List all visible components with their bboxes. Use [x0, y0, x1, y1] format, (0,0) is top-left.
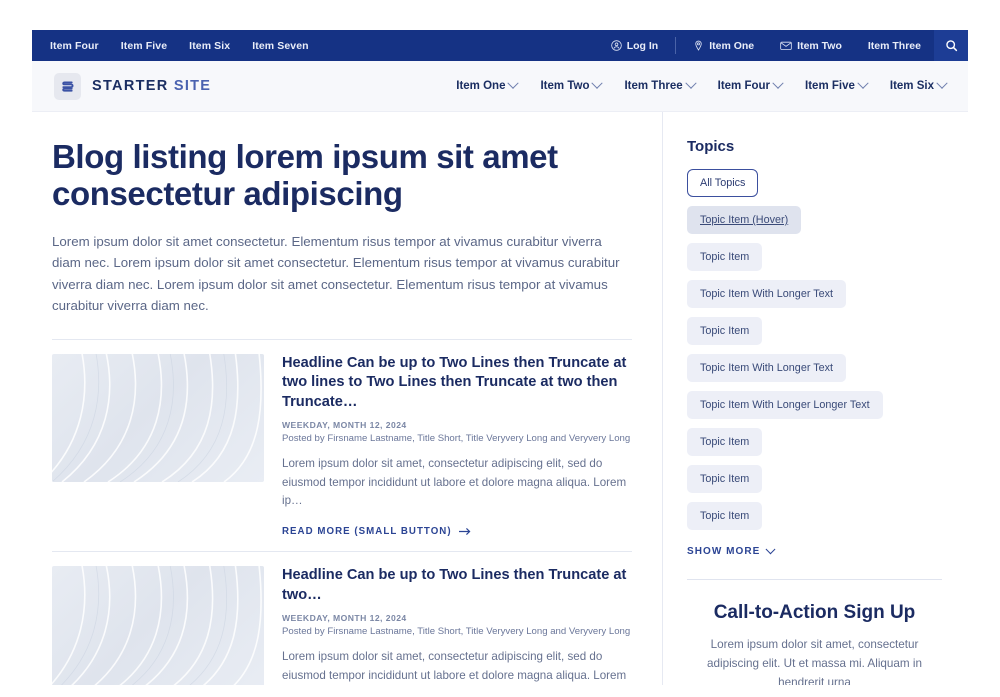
- search-icon: [945, 39, 958, 52]
- topic-chip[interactable]: Topic Item: [687, 317, 763, 345]
- nav-item-four-label: Item Four: [717, 80, 771, 92]
- post-list-item[interactable]: Headline Can be up to Two Lines then Tru…: [52, 338, 632, 540]
- post-thumbnail[interactable]: [52, 353, 264, 482]
- intro-paragraph: Lorem ipsum dolor sit amet consectetur. …: [52, 233, 620, 314]
- post-excerpt: Lorem ipsum dolor sit amet, consectetur …: [282, 456, 627, 508]
- topic-chip[interactable]: Topic Item: [687, 465, 763, 493]
- nav-item-two[interactable]: Item Two: [540, 77, 604, 92]
- login-button[interactable]: Log In: [598, 40, 672, 52]
- nav-item-six-label: Item Six: [889, 80, 934, 92]
- top-utility-bar: Item Four Item Five Item Six Item Seven …: [32, 30, 968, 61]
- topic-chip[interactable]: Topic Item With Longer Longer Text: [687, 391, 883, 419]
- post-byline: Posted by Firsname Lastname, Title Short…: [282, 626, 631, 637]
- post-date: WEEKDAY, MONTH 12, 2024: [282, 613, 407, 623]
- top-action-item-three-label: Item Three: [867, 39, 921, 52]
- post-body: Headline Can be up to Two Lines then Tru…: [282, 354, 632, 540]
- show-more-label: SHOW MORE: [687, 546, 761, 557]
- sidebar: Topics All Topics Topic Item (Hover) Top…: [662, 112, 968, 685]
- topic-chip[interactable]: Topic Item With Longer Text: [687, 280, 847, 308]
- chevron-down-icon: [857, 77, 869, 89]
- chevron-down-icon: [772, 77, 784, 89]
- top-action-item-two[interactable]: Item Two: [767, 40, 855, 52]
- nav-item-two-label: Item Two: [540, 80, 590, 92]
- show-more-button[interactable]: SHOW MORE: [687, 544, 776, 557]
- post-body: Headline Can be up to Two Lines then Tru…: [282, 566, 632, 685]
- nav-item-three[interactable]: Item Three: [624, 77, 697, 92]
- abstract-wave-lines-icon: [52, 353, 262, 482]
- browser-viewport: Item Four Item Five Item Six Item Seven …: [32, 30, 968, 685]
- post-excerpt: Lorem ipsum dolor sit amet, consectetur …: [282, 649, 627, 682]
- top-link-item-six[interactable]: Item Six: [189, 40, 230, 52]
- nav-item-six[interactable]: Item Six: [889, 77, 948, 92]
- main-column: Blog listing lorem ipsum sit amet consec…: [32, 112, 662, 685]
- top-action-item-two-label: Item Two: [797, 39, 842, 52]
- page-root: Item Four Item Five Item Six Item Seven …: [0, 0, 1000, 697]
- chevron-down-icon: [591, 77, 604, 89]
- location-pin-icon: [693, 40, 704, 51]
- nav-item-one-label: Item One: [456, 80, 506, 92]
- topics-list: All Topics Topic Item (Hover) Topic Item…: [687, 169, 942, 530]
- post-list-item[interactable]: Headline Can be up to Two Lines then Tru…: [52, 551, 632, 685]
- page-title: Blog listing lorem ipsum sit amet consec…: [52, 138, 558, 213]
- top-utility-links: Item Four Item Five Item Six Item Seven: [50, 40, 309, 52]
- chevron-down-icon: [936, 77, 948, 89]
- page-content: Blog listing lorem ipsum sit amet consec…: [32, 112, 968, 685]
- brand-logo[interactable]: STARTER SITE: [54, 72, 211, 100]
- brand-name-secondary: SITE: [173, 78, 212, 94]
- envelope-icon: [780, 40, 792, 51]
- chevron-down-icon: [507, 77, 520, 89]
- top-action-item-one[interactable]: Item One: [680, 40, 767, 52]
- topic-chip[interactable]: Topic Item: [687, 428, 763, 456]
- nav-item-five-label: Item Five: [805, 80, 855, 92]
- topic-chip[interactable]: Topic Item With Longer Text: [687, 354, 847, 382]
- arrow-right-icon: [458, 527, 472, 536]
- topic-chip[interactable]: Topic Item: [687, 243, 763, 271]
- site-header: STARTER SITE Item One Item Two Item Thre…: [32, 61, 968, 112]
- topic-chip-all-topics[interactable]: All Topics: [687, 169, 759, 197]
- s-monogram-icon: [54, 72, 81, 100]
- cta-text: Lorem ipsum dolor sit amet, consectetur …: [706, 638, 922, 685]
- primary-navigation: Item One Item Two Item Three Item Four I…: [456, 77, 948, 92]
- cta-title: Call-to-Action Sign Up: [713, 602, 916, 623]
- brand-name: STARTER SITE: [92, 78, 211, 94]
- top-action-item-one-label: Item One: [709, 39, 755, 52]
- post-thumbnail[interactable]: [52, 566, 264, 685]
- read-more-button[interactable]: READ MORE (SMALL BUTTON): [282, 526, 472, 537]
- top-link-item-five[interactable]: Item Five: [121, 40, 167, 52]
- chevron-down-icon: [684, 77, 697, 89]
- nav-item-five[interactable]: Item Five: [805, 77, 869, 92]
- chevron-down-icon: [765, 544, 776, 555]
- topic-chip[interactable]: Topic Item: [687, 502, 763, 530]
- post-title[interactable]: Headline Can be up to Two Lines then Tru…: [282, 566, 632, 605]
- top-link-item-four[interactable]: Item Four: [50, 40, 99, 52]
- nav-item-three-label: Item Three: [624, 80, 683, 92]
- post-title[interactable]: Headline Can be up to Two Lines then Tru…: [282, 354, 632, 412]
- post-date: WEEKDAY, MONTH 12, 2024: [282, 419, 407, 430]
- nav-item-one[interactable]: Item One: [456, 77, 520, 92]
- brand-name-primary: STARTER: [92, 78, 169, 94]
- topic-chip-hover[interactable]: Topic Item (Hover): [687, 206, 802, 234]
- login-label: Log In: [626, 39, 659, 52]
- nav-item-four[interactable]: Item Four: [717, 77, 784, 92]
- top-divider: [675, 37, 677, 54]
- post-byline: Posted by Firsname Lastname, Title Short…: [282, 432, 631, 444]
- topics-heading: Topics: [687, 138, 735, 155]
- read-more-label: READ MORE (SMALL BUTTON): [282, 526, 452, 538]
- top-utility-actions: Log In Item One Item Two Item Three: [598, 30, 968, 61]
- user-circle-icon: [610, 40, 622, 51]
- cta-signup-block: Call-to-Action Sign Up Lorem ipsum dolor…: [687, 580, 942, 685]
- abstract-wave-lines-icon: [52, 566, 262, 685]
- search-button[interactable]: [934, 30, 968, 61]
- top-action-item-three[interactable]: Item Three: [855, 40, 934, 52]
- top-link-item-seven[interactable]: Item Seven: [252, 40, 308, 52]
